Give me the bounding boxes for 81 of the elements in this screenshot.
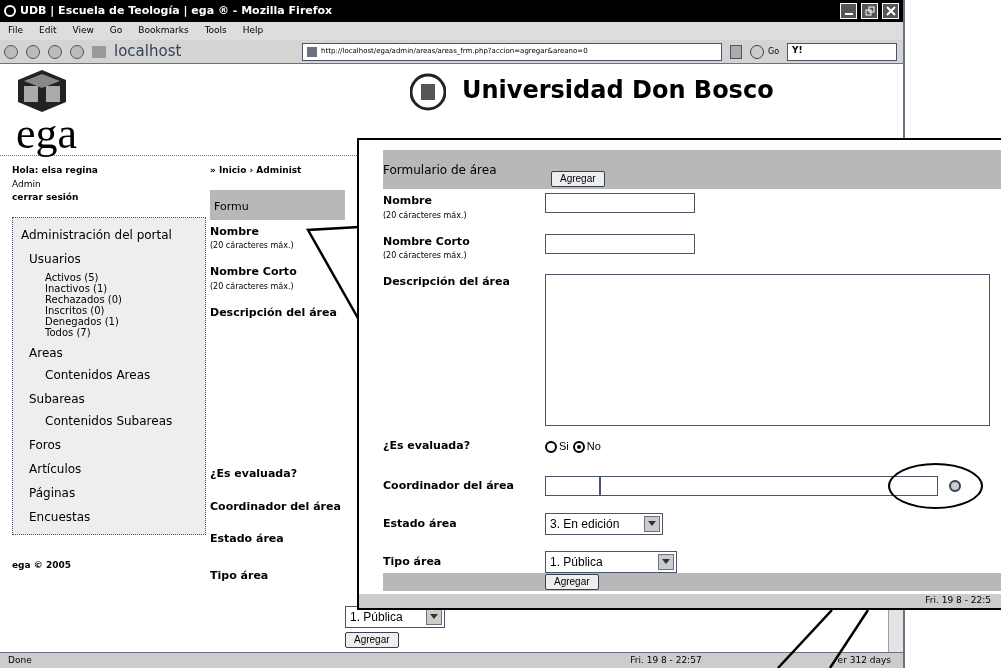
greeting-text: Hola: elsa regina: [12, 164, 99, 177]
agregar-button[interactable]: Agregar: [345, 632, 399, 648]
nav-item[interactable]: Artículos: [29, 459, 197, 478]
tipo-select[interactable]: 1. Pública: [545, 550, 677, 573]
close-button[interactable]: [882, 3, 899, 19]
field-label: Descripción del área: [383, 274, 511, 291]
nav-item[interactable]: Areas: [29, 343, 197, 362]
menu-item[interactable]: Bookmarks: [138, 24, 189, 38]
footer-text: ega © 2005: [12, 558, 72, 572]
reload-icon[interactable]: [48, 44, 62, 59]
field-hint: (20 cáracteres máx.): [210, 280, 295, 293]
field-label: Estado área: [210, 531, 285, 547]
radio-option[interactable]: Si: [545, 438, 569, 455]
nav-title: Administración del portal: [21, 226, 173, 244]
field-label: Coordinador del área: [210, 498, 342, 515]
window-title: UDB | Escuela de Teología | ega ® - Mozilla Firefox: [20, 2, 334, 19]
search-field[interactable]: Y!: [787, 42, 898, 61]
form-title: Formulario de área: [383, 162, 498, 180]
restore-button[interactable]: [861, 3, 878, 19]
university-seal-icon: [410, 72, 446, 112]
nombre-input[interactable]: [545, 193, 695, 214]
status-bar: Done Fri. 19 8 - 22:57 er 312 days: [0, 652, 903, 668]
nav-subitem[interactable]: Denegados (1): [45, 315, 197, 327]
cube-logo-icon: [16, 68, 68, 114]
nav-subitem[interactable]: Contenidos Subareas: [45, 411, 197, 430]
logout-link[interactable]: cerrar sesión: [12, 191, 210, 205]
menu-item[interactable]: Go: [109, 24, 123, 38]
coordinador-name-input[interactable]: [600, 475, 938, 496]
close-icon: [885, 6, 896, 16]
menu-item[interactable]: Edit: [39, 24, 57, 38]
field-label: Tipo área: [383, 553, 443, 570]
field-label: Estado área: [383, 515, 458, 532]
nav-subitem[interactable]: Activos (5): [45, 271, 197, 283]
nav-item[interactable]: Usuarios: [29, 249, 197, 268]
menu-item[interactable]: View: [72, 24, 94, 38]
forward-icon[interactable]: [26, 44, 40, 59]
field-label: Tipo área: [210, 567, 270, 584]
menu-item[interactable]: Tools: [204, 24, 227, 38]
form-header-bar: Formu: [210, 189, 345, 220]
nav-item[interactable]: Foros: [29, 435, 197, 454]
field-label: Nombre Corto: [383, 233, 471, 250]
menu-item[interactable]: Help: [242, 24, 264, 38]
back-icon[interactable]: [4, 44, 18, 59]
nav-subitem[interactable]: Inactivos (1): [45, 282, 197, 294]
field-hint: (20 cáracteres máx.): [383, 250, 468, 263]
field-label: Nombre Corto: [210, 264, 298, 280]
field-label: ¿Es evaluada?: [383, 438, 472, 455]
field-label: Descripción del área: [210, 304, 338, 321]
nav-subitem[interactable]: Inscritos (0): [45, 304, 197, 316]
field-label: Nombre: [210, 223, 260, 240]
field-hint: (20 cáracteres máx.): [210, 240, 295, 252]
radio-option[interactable]: No: [572, 438, 601, 455]
minimize-button[interactable]: [840, 3, 857, 19]
field-label: Nombre: [383, 193, 433, 210]
role-text: Admin: [12, 177, 42, 191]
status-bar: Fri. 19 8 - 22:5: [359, 593, 1001, 608]
breadcrumb: » Inicio › Administ: [210, 164, 303, 177]
field-hint: (20 cáracteres máx.): [383, 209, 468, 222]
nav-subitem[interactable]: Rechazados (0): [45, 293, 197, 305]
home-label: localhost: [114, 41, 183, 63]
agregar-button[interactable]: Agregar: [551, 171, 605, 188]
go-button[interactable]: Go: [750, 44, 780, 59]
restore-icon: [864, 6, 875, 16]
app-icon: [4, 5, 16, 17]
field-label: ¿Es evaluada?: [210, 466, 299, 482]
stop-icon[interactable]: [70, 44, 84, 59]
nav-item[interactable]: Encuestas: [29, 507, 197, 526]
nav-subitem[interactable]: Contenidos Areas: [45, 365, 197, 384]
site-header-title: Universidad Don Bosco: [462, 75, 774, 106]
agregar-button[interactable]: Agregar: [545, 573, 599, 590]
page-icon: [307, 46, 317, 57]
lookup-icon[interactable]: [949, 479, 961, 492]
menu-item[interactable]: File: [8, 24, 24, 38]
field-label: Coordinador del área: [383, 477, 515, 494]
coordinador-id-input[interactable]: [545, 475, 600, 496]
nombre-corto-input[interactable]: [545, 233, 695, 254]
estado-select[interactable]: 3. En edición: [545, 512, 663, 535]
nav-item[interactable]: Páginas: [29, 483, 197, 502]
minimize-icon: [843, 13, 854, 15]
nav-subitem[interactable]: Todos (7): [45, 326, 197, 338]
nav-item[interactable]: Subareas: [29, 389, 197, 408]
